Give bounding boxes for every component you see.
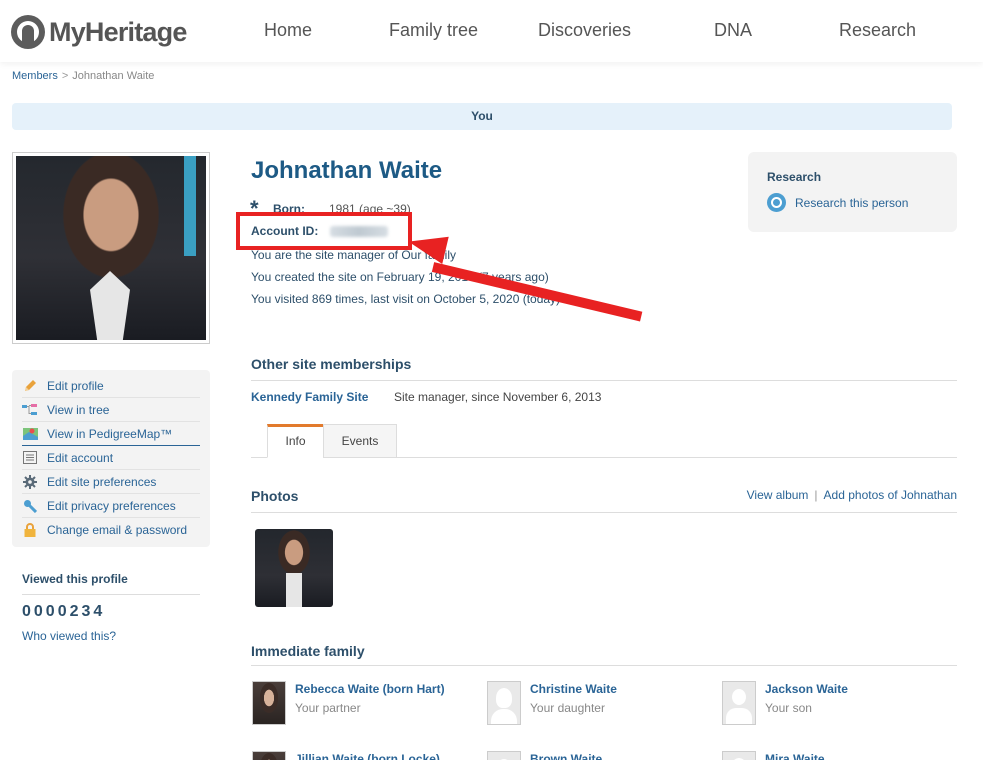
list-icon [22, 450, 38, 466]
profile-actions-menu: Edit profile View in tree View in Pedigr… [12, 370, 210, 547]
menu-label: View in tree [47, 402, 110, 417]
top-navigation-bar: MyHeritage Home Family tree Discoveries … [0, 0, 983, 62]
menu-label: View in PedigreeMap™ [47, 426, 173, 441]
family-member-name[interactable]: Rebecca Waite (born Hart) [295, 682, 445, 696]
photos-title: Photos [251, 488, 299, 504]
add-photos-link[interactable]: Add photos of Johnathan [824, 488, 957, 502]
you-banner: You [12, 103, 952, 130]
family-member-relation: Your son [765, 701, 812, 715]
myheritage-logo[interactable]: MyHeritage [11, 15, 187, 49]
logo-icon [11, 15, 45, 49]
avatar-placeholder-female [487, 681, 521, 725]
visits-text: You visited 869 times, last visit on Oct… [251, 292, 561, 306]
family-member-name[interactable]: Jillian Waite (born Locke) [295, 752, 440, 760]
menu-edit-site-preferences[interactable]: Edit site preferences [22, 470, 200, 494]
nav-family-tree[interactable]: Family tree [389, 20, 478, 41]
family-member-relation: Your partner [295, 701, 361, 715]
breadcrumb-current: Johnathan Waite [72, 70, 155, 82]
divider [251, 512, 957, 513]
avatar-placeholder-male [487, 751, 521, 760]
family-member[interactable]: Mira Waite [722, 751, 825, 760]
family-member-name[interactable]: Brown Waite [530, 752, 602, 760]
gear-icon [22, 474, 38, 490]
profile-photo[interactable] [12, 152, 210, 344]
memberships-title: Other site memberships [251, 356, 412, 372]
breadcrumb: Members > Johnathan Waite [12, 70, 154, 82]
link-divider: | [814, 488, 818, 502]
nav-discoveries[interactable]: Discoveries [538, 20, 631, 41]
nav-research[interactable]: Research [839, 20, 916, 41]
avatar-placeholder-female [722, 751, 756, 760]
menu-label: Edit account [47, 450, 114, 465]
menu-view-in-tree[interactable]: View in tree [22, 398, 200, 422]
family-member-name[interactable]: Jackson Waite [765, 682, 848, 696]
membership-site-link[interactable]: Kennedy Family Site [251, 390, 368, 404]
membership-role: Site manager, since November 6, 2013 [394, 390, 602, 404]
research-title: Research [767, 170, 822, 184]
tab-events[interactable]: Events [323, 424, 397, 458]
nav-home[interactable]: Home [264, 20, 312, 41]
menu-change-email-password[interactable]: Change email & password [22, 518, 200, 542]
pencil-icon [22, 378, 38, 394]
divider [251, 665, 957, 666]
menu-view-in-pedigreemap[interactable]: View in PedigreeMap™ [22, 422, 200, 446]
divider [22, 594, 200, 595]
family-member[interactable]: Brown Waite [487, 751, 602, 760]
profile-photo-image [16, 156, 206, 340]
family-member-name[interactable]: Christine Waite [530, 682, 617, 696]
annotation-highlight-box [236, 212, 412, 250]
breadcrumb-members-link[interactable]: Members [12, 70, 58, 82]
family-title: Immediate family [251, 643, 365, 659]
family-member[interactable]: Christine Waite Your daughter [487, 681, 617, 725]
family-member[interactable]: Rebecca Waite (born Hart) Your partner [252, 681, 445, 725]
tab-info[interactable]: Info [267, 424, 324, 458]
avatar-placeholder-male [722, 681, 756, 725]
avatar [252, 681, 286, 725]
divider [251, 380, 957, 381]
research-panel: Research Research this person [748, 152, 957, 232]
menu-label: Edit privacy preferences [47, 498, 176, 513]
map-icon [22, 426, 38, 442]
research-this-person-link[interactable]: Research this person [767, 193, 908, 212]
photo-thumbnail[interactable] [255, 529, 333, 607]
logo-text: MyHeritage [49, 16, 187, 47]
menu-label: Edit profile [47, 378, 104, 393]
lock-icon [22, 522, 38, 538]
menu-label: Change email & password [47, 523, 188, 537]
view-album-link[interactable]: View album [747, 488, 809, 502]
menu-edit-profile[interactable]: Edit profile [22, 374, 200, 398]
menu-label: Edit site preferences [47, 474, 157, 489]
viewed-profile-title: Viewed this profile [22, 572, 128, 586]
search-icon [767, 193, 786, 212]
photos-actions: View album | Add photos of Johnathan [747, 488, 957, 502]
menu-edit-account[interactable]: Edit account [22, 446, 200, 470]
menu-edit-privacy-preferences[interactable]: Edit privacy preferences [22, 494, 200, 518]
avatar [252, 751, 286, 760]
research-link-label: Research this person [795, 195, 909, 210]
wrench-icon [22, 498, 38, 514]
family-member[interactable]: Jillian Waite (born Locke) [252, 751, 440, 760]
family-member[interactable]: Jackson Waite Your son [722, 681, 848, 725]
tree-icon [22, 402, 38, 418]
breadcrumb-separator: > [61, 70, 69, 82]
family-member-name[interactable]: Mira Waite [765, 752, 825, 760]
family-member-relation: Your daughter [530, 701, 605, 715]
profile-name: Johnathan Waite [251, 157, 443, 184]
nav-dna[interactable]: DNA [714, 20, 752, 41]
who-viewed-link[interactable]: Who viewed this? [22, 629, 116, 643]
view-counter: 0000234 [22, 603, 106, 620]
